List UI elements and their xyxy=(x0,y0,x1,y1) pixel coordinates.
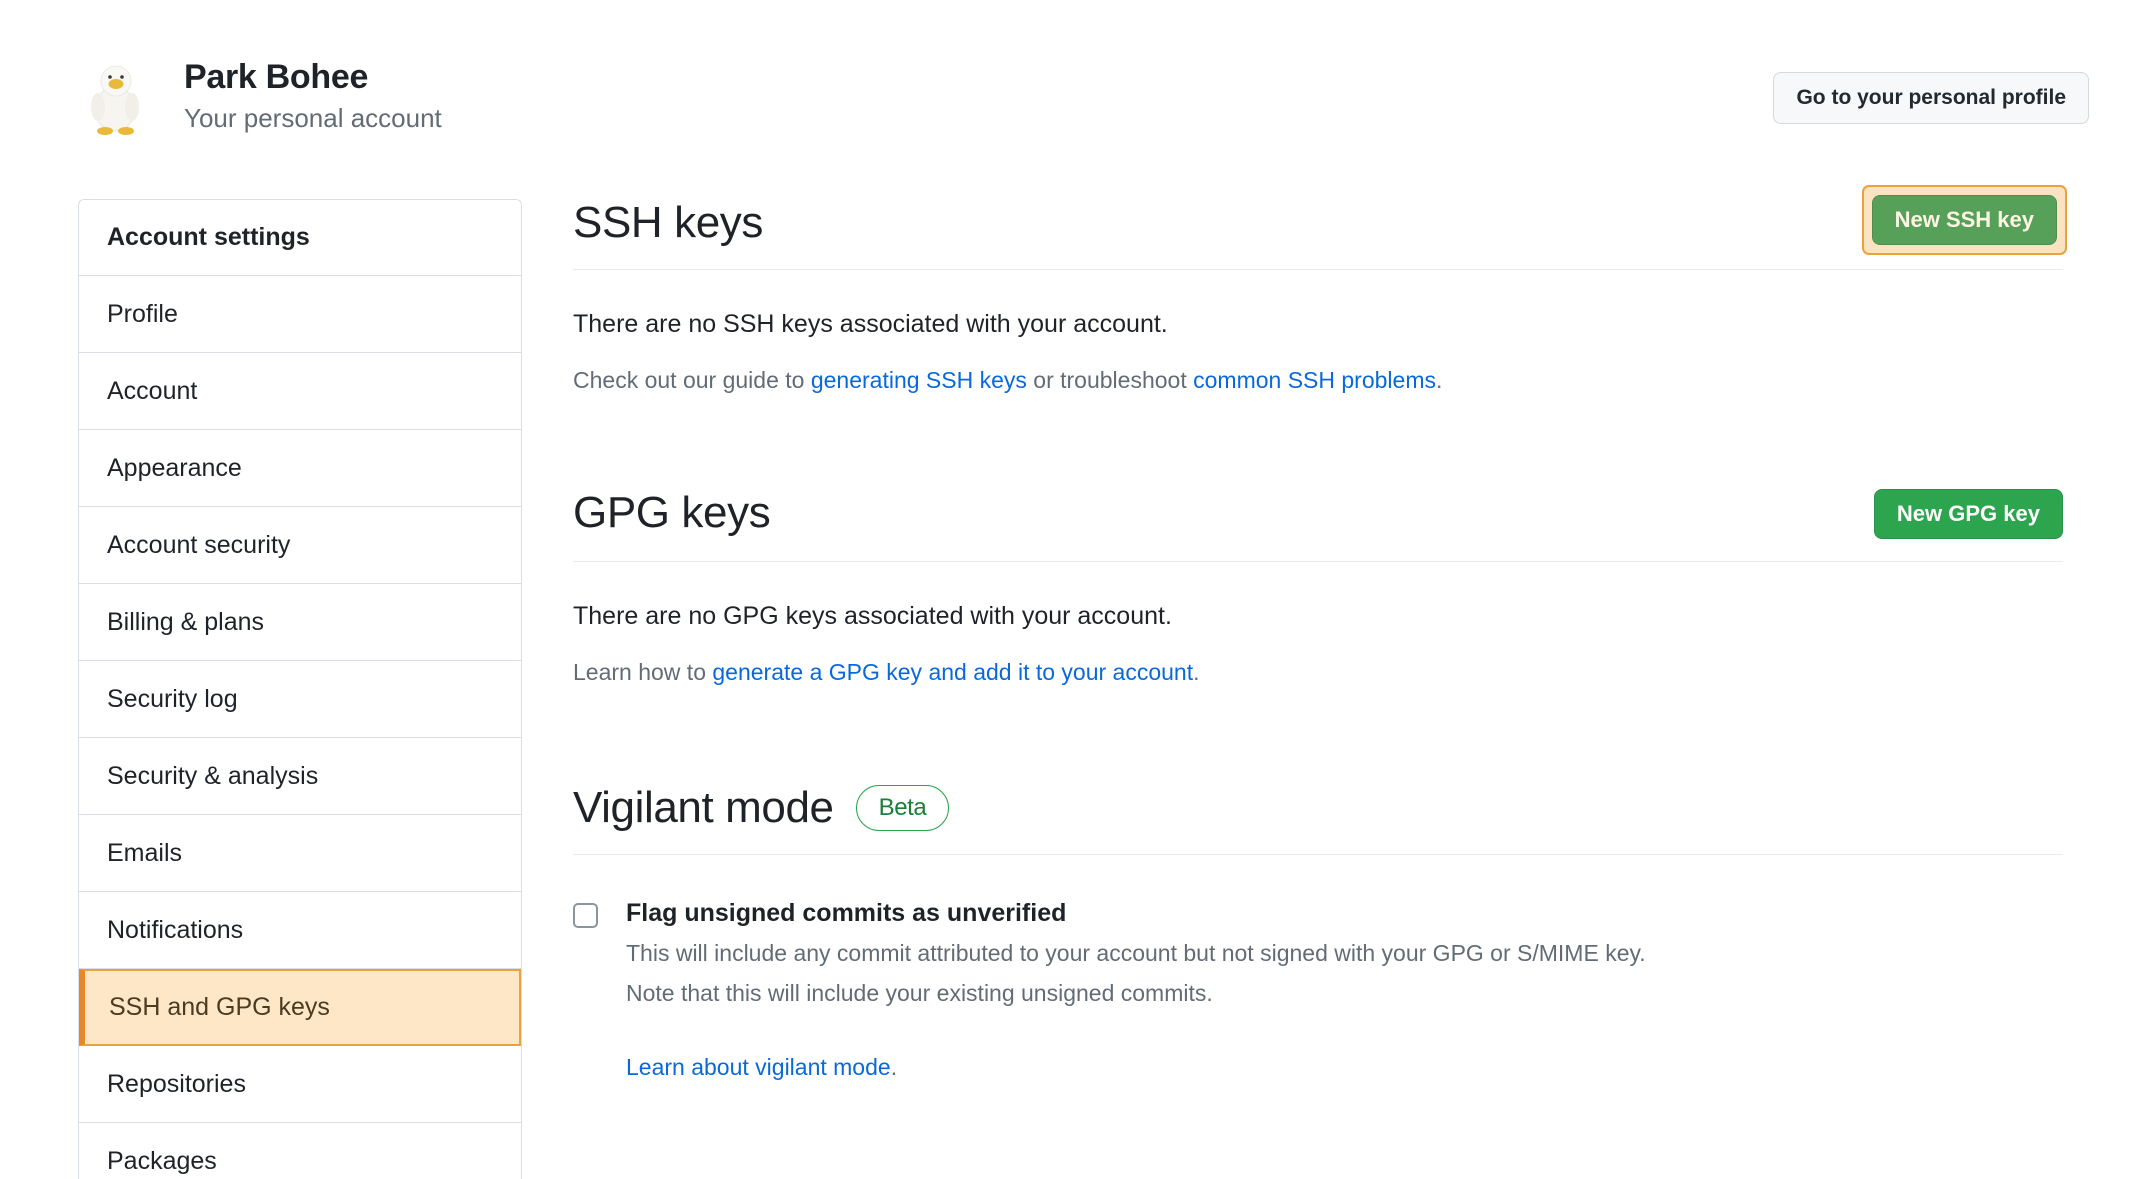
sidebar-item-label: Notifications xyxy=(107,915,244,944)
main-content: SSH keys New SSH key There are no SSH ke… xyxy=(573,185,2067,1083)
ssh-help-suffix: . xyxy=(1435,367,1443,394)
gpg-help-prefix: Learn how to xyxy=(573,658,713,685)
gpg-help-text: Learn how to generate a GPG key and add … xyxy=(573,656,2063,688)
vigilant-text-block: Flag unsigned commits as unverified This… xyxy=(626,897,1646,1083)
new-ssh-key-highlight: New SSH key xyxy=(1861,185,2067,255)
sidebar-item-label: Repositories xyxy=(107,1069,246,1098)
learn-about-vigilant-mode-link[interactable]: Learn about vigilant mode xyxy=(626,1054,891,1080)
generate-gpg-key-link[interactable]: generate a GPG key and add it to your ac… xyxy=(712,659,1193,685)
new-gpg-key-button[interactable]: New GPG key xyxy=(1873,488,2063,539)
gpg-keys-section: GPG keys New GPG key There are no GPG ke… xyxy=(573,487,2063,688)
sidebar-item-label: Account settings xyxy=(107,223,310,251)
avatar xyxy=(78,57,156,135)
account-subtitle: Your personal account xyxy=(184,102,442,133)
go-to-personal-profile-button[interactable]: Go to your personal profile xyxy=(1773,72,2089,124)
section-spacer-2 xyxy=(573,688,2063,784)
beta-badge: Beta xyxy=(855,784,950,831)
sidebar-item-label: Account security xyxy=(107,530,291,559)
settings-sidebar: Account settings Profile Account Appearance… xyxy=(78,199,522,1179)
sidebar-item-label: Emails xyxy=(107,838,183,867)
ssh-help-middle: or troubleshoot xyxy=(1026,367,1194,394)
sidebar-item-ssh-and-gpg-keys[interactable]: SSH and GPG keys xyxy=(79,969,521,1046)
vigilant-learn-row: Learn about vigilant mode. xyxy=(626,1051,1646,1083)
sidebar-item-account[interactable]: Account xyxy=(79,353,521,430)
sidebar-item-emails[interactable]: Emails xyxy=(79,815,521,892)
gpg-help-suffix: . xyxy=(1193,658,1200,685)
sidebar-item-appearance[interactable]: Appearance xyxy=(79,430,521,507)
gpg-empty-text: There are no GPG keys associated with yo… xyxy=(573,601,1172,630)
sidebar-item-label: SSH and GPG keys xyxy=(109,993,330,1021)
sidebar-item-account-security[interactable]: Account security xyxy=(79,507,521,584)
vigilant-mode-title-text: Vigilant mode xyxy=(573,782,834,832)
vigilant-description-line-2: Note that this will include your existin… xyxy=(626,980,1213,1007)
vigilant-learn-suffix: . xyxy=(890,1053,898,1080)
sidebar-item-account-settings: Account settings xyxy=(79,200,521,276)
generating-ssh-keys-link[interactable]: generating SSH keys xyxy=(811,367,1027,393)
account-name: Park Bohee xyxy=(184,58,369,97)
sidebar-item-packages[interactable]: Packages xyxy=(79,1123,521,1179)
ssh-keys-header: SSH keys New SSH key xyxy=(573,185,2067,271)
sidebar-item-label: Security log xyxy=(107,684,238,713)
sidebar-item-label: Security & analysis xyxy=(107,761,319,790)
sidebar-item-security-analysis[interactable]: Security & analysis xyxy=(79,738,521,815)
sidebar-item-label: Appearance xyxy=(107,453,242,482)
settings-page: Park Bohee Your personal account Go to y… xyxy=(0,0,2133,1179)
flag-unsigned-commits-label: Flag unsigned commits as unverified xyxy=(626,899,1067,928)
header-text-block: Park Bohee Your personal account xyxy=(184,56,442,136)
common-ssh-problems-link[interactable]: common SSH problems xyxy=(1193,367,1436,393)
vigilant-description-line-1: This will include any commit attributed … xyxy=(626,939,1646,966)
gpg-keys-title: GPG keys xyxy=(573,487,771,537)
vigilant-mode-header: Vigilant mode Beta xyxy=(573,782,2063,856)
new-ssh-key-button[interactable]: New SSH key xyxy=(1871,195,2057,245)
sidebar-item-label: Profile xyxy=(107,299,178,328)
ssh-help-text: Check out our guide to generating SSH ke… xyxy=(573,364,2063,396)
sidebar-item-security-log[interactable]: Security log xyxy=(79,661,521,738)
sidebar-item-label: Billing & plans xyxy=(107,607,265,636)
ssh-keys-section: SSH keys New SSH key There are no SSH ke… xyxy=(573,185,2067,397)
ssh-help-prefix: Check out our guide to xyxy=(573,367,811,394)
sidebar-item-notifications[interactable]: Notifications xyxy=(79,892,521,969)
sidebar-item-label: Packages xyxy=(107,1146,217,1175)
gpg-keys-header: GPG keys New GPG key xyxy=(573,487,2063,562)
vigilant-mode-body: Flag unsigned commits as unverified This… xyxy=(573,897,2063,1083)
sidebar-item-label: Account xyxy=(107,376,198,405)
account-header: Park Bohee Your personal account xyxy=(78,48,2053,144)
sidebar-item-repositories[interactable]: Repositories xyxy=(79,1046,521,1123)
ssh-keys-title: SSH keys xyxy=(573,198,763,247)
vigilant-mode-title: Vigilant mode Beta xyxy=(573,782,950,832)
vigilant-mode-section: Vigilant mode Beta Flag unsigned commits… xyxy=(573,782,2063,1083)
flag-unsigned-commits-checkbox[interactable] xyxy=(573,903,598,929)
sidebar-item-billing-plans[interactable]: Billing & plans xyxy=(79,584,521,661)
sidebar-item-profile[interactable]: Profile xyxy=(79,276,521,353)
ssh-empty-text: There are no SSH keys associated with yo… xyxy=(573,310,1168,339)
